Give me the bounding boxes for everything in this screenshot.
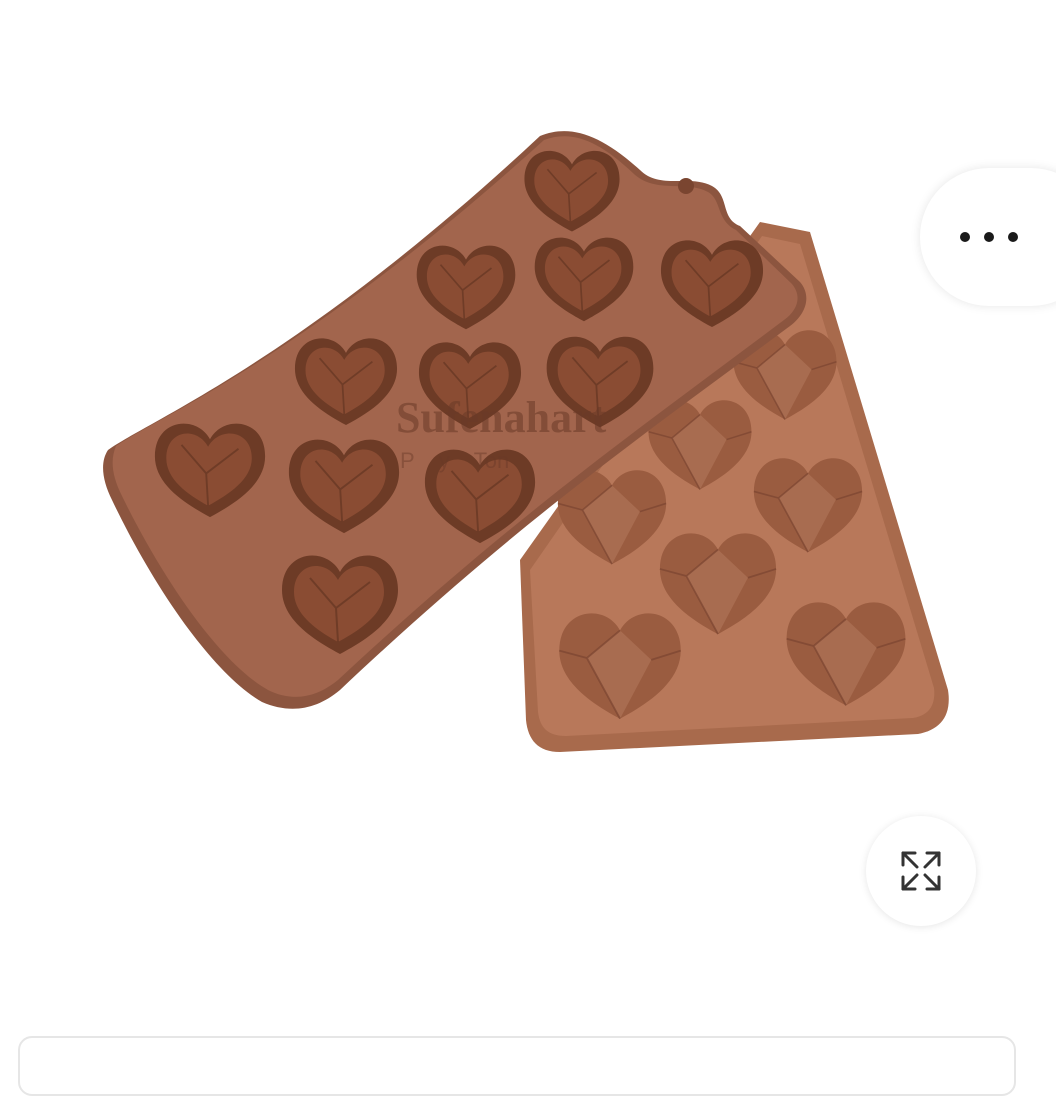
dot: [960, 232, 970, 242]
watermark-tagline: P y Ton: [400, 448, 509, 473]
expand-arrows-icon: [901, 851, 941, 891]
dot: [1008, 232, 1018, 242]
dot: [984, 232, 994, 242]
expand-image-button[interactable]: [866, 816, 976, 926]
watermark-brand: Sufenahart: [396, 393, 607, 442]
more-horizontal-icon: [960, 232, 1018, 242]
more-options-button[interactable]: [920, 168, 1056, 306]
product-info-card: [18, 1036, 1016, 1096]
